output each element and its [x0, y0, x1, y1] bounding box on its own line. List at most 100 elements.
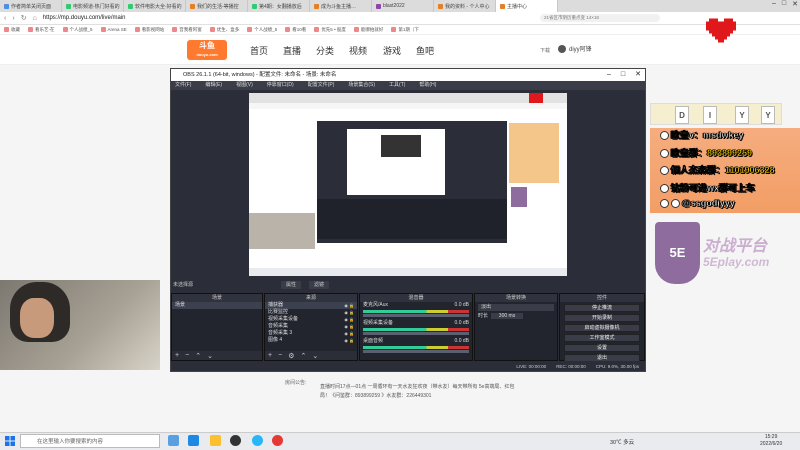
bookmark-item[interactable]: Arena SE	[100, 27, 127, 32]
bookmark-item[interactable]: 看乐艺·在	[28, 27, 55, 33]
browser-tab[interactable]: 软件电影大全-好看的	[124, 0, 186, 12]
transition-select[interactable]: 淡出	[478, 304, 554, 311]
weather-widget[interactable]: 30℃ 多云	[610, 438, 634, 446]
nav-yuba[interactable]: 鱼吧	[416, 44, 434, 57]
obs-menu-item[interactable]: 工具(T)	[389, 81, 405, 90]
bookmark-item[interactable]: 第1期（下	[391, 27, 419, 33]
source-item[interactable]: 音频采集 3 ◉ 🔒	[265, 330, 357, 337]
bookmark-item[interactable]: 看影视网站	[134, 27, 164, 33]
control-button[interactable]: 启动虚拟摄像机	[564, 324, 640, 332]
nav-home[interactable]: 首页	[250, 44, 268, 57]
control-button[interactable]: 停止推流	[564, 304, 640, 312]
obs-taskbar-icon[interactable]	[230, 435, 241, 446]
minimize-icon[interactable]: –	[607, 69, 611, 81]
windows-start-icon[interactable]	[5, 436, 15, 446]
up-icon[interactable]: ⌃	[195, 352, 201, 360]
maximize-icon[interactable]: □	[621, 69, 625, 81]
visibility-lock-icon[interactable]: ◉ 🔒	[344, 316, 354, 323]
refresh-icon[interactable]: ↻	[21, 14, 27, 22]
task-view-icon[interactable]	[168, 435, 179, 446]
close-icon[interactable]: ✕	[792, 0, 798, 8]
obs-menu-item[interactable]: 停靠窗口(D)	[267, 81, 294, 90]
mixer-channel-name: 麦克风/Aux	[363, 302, 389, 308]
home-icon[interactable]: ⌂	[33, 15, 37, 22]
browser-tab[interactable]: 作者简单关闭页面	[0, 0, 62, 12]
bookmark-item[interactable]: 优生、盒多	[209, 27, 239, 33]
browser-tab[interactable]: 成为斗鱼主播…	[310, 0, 372, 12]
obs-menu-item[interactable]: 配置文件(P)	[308, 81, 335, 90]
gear-icon[interactable]: ⚙	[288, 352, 294, 360]
down-icon[interactable]: ⌄	[312, 352, 318, 360]
browser-tab[interactable]: 电影频道-热门好看的	[62, 0, 124, 12]
nav-video[interactable]: 视频	[349, 44, 367, 57]
back-icon[interactable]: ‹	[4, 15, 6, 22]
source-item[interactable]: 图像 4 ◉ 🔒	[265, 337, 357, 344]
source-item[interactable]: 视频采集设备 ◉ 🔒	[265, 316, 357, 323]
down-icon[interactable]: ⌄	[207, 352, 213, 360]
add-icon[interactable]: +	[175, 352, 179, 359]
filters-button[interactable]: 滤镜	[309, 281, 330, 289]
nav-live[interactable]: 直播	[283, 44, 301, 57]
netease-icon[interactable]	[272, 435, 283, 446]
edge-icon[interactable]	[188, 435, 199, 446]
browser-tab[interactable]: 我们的生活-等播控	[186, 0, 248, 12]
browser-tab[interactable]: 第4期：女翻播放后	[248, 0, 310, 12]
user-menu[interactable]: diyy阿锋	[558, 44, 592, 53]
close-icon[interactable]: ✕	[635, 69, 641, 81]
control-button[interactable]: 工作室模式	[564, 334, 640, 342]
forward-icon[interactable]: ›	[12, 15, 14, 22]
taskbar-search[interactable]: 在这里输入你要搜索的内容	[20, 434, 160, 448]
source-item[interactable]: 比赛监控 ◉ 🔒	[265, 309, 357, 316]
maximize-icon[interactable]: □	[782, 0, 786, 8]
control-button[interactable]: 开始录制	[564, 314, 640, 322]
obs-menu-item[interactable]: 视图(V)	[236, 81, 253, 90]
control-button[interactable]: 设置	[564, 344, 640, 352]
folder-icon[interactable]	[210, 435, 221, 446]
remove-icon[interactable]: −	[185, 352, 189, 359]
bookmark-item[interactable]: 能哪拍就好	[353, 27, 383, 33]
bookmark-item[interactable]: 个人战绩_5	[62, 27, 93, 33]
5e-brand-cn: 对战平台	[703, 238, 768, 255]
bookmark-item[interactable]: 优先5 • 股度	[314, 27, 346, 33]
volume-slider[interactable]	[363, 332, 469, 335]
volume-slider[interactable]	[363, 314, 469, 317]
clock[interactable]: 15:29 2022/6/20	[760, 434, 782, 448]
obs-menu-item[interactable]: 编辑(E)	[205, 81, 222, 90]
tab-label: 我的资料 - 个人中心	[445, 3, 490, 10]
douyu-logo[interactable]: 斗鱼 douyu.com	[187, 40, 227, 60]
visibility-lock-icon[interactable]: ◉ 🔒	[344, 309, 354, 316]
bookmark-item[interactable]: 收藏	[4, 27, 20, 33]
visibility-lock-icon[interactable]: ◉ 🔒	[344, 323, 354, 330]
nav-game[interactable]: 游戏	[383, 44, 401, 57]
properties-button[interactable]: 属性	[281, 281, 302, 289]
source-item[interactable]: 音频采集 ◉ 🔒	[265, 323, 357, 330]
mixer-db: 0.0 dB	[454, 320, 469, 326]
scene-item[interactable]: 场景	[172, 302, 262, 309]
remove-icon[interactable]: −	[278, 352, 282, 359]
penguin-icon	[660, 166, 669, 176]
obs-preview[interactable]	[249, 93, 567, 276]
bookmark-item[interactable]: 音我看阿富	[172, 27, 202, 33]
url-field[interactable]: https://mp.douyu.com/live/main	[43, 15, 126, 21]
browser-tab[interactable]: 主播中心	[496, 0, 558, 12]
volume-slider[interactable]	[363, 350, 469, 353]
bookmark-item[interactable]: 个人战绩_5	[247, 27, 277, 33]
obs-menu-item[interactable]: 文件(F)	[175, 81, 191, 90]
add-icon[interactable]: +	[268, 352, 272, 359]
steam-icon[interactable]	[252, 435, 263, 446]
obs-menu-item[interactable]: 帮助(H)	[419, 81, 436, 90]
duration-input[interactable]: 300 ms	[490, 313, 524, 319]
bookmark-item[interactable]: 看10看	[285, 27, 306, 33]
browser-search-input[interactable]: 21省区市阴历重点变 14×18	[540, 14, 660, 22]
browser-tab[interactable]: 我的资料 - 个人中心	[434, 0, 496, 12]
download-link[interactable]: 下载	[540, 47, 550, 54]
up-icon[interactable]: ⌃	[300, 352, 306, 360]
visibility-lock-icon[interactable]: ◉ 🔒	[344, 302, 354, 309]
minimize-icon[interactable]: –	[772, 0, 776, 8]
visibility-lock-icon[interactable]: ◉ 🔒	[344, 330, 354, 337]
browser-tab[interactable]: blast2022	[372, 0, 434, 12]
visibility-lock-icon[interactable]: ◉ 🔒	[344, 337, 354, 344]
nav-category[interactable]: 分类	[316, 44, 334, 57]
obs-menu-item[interactable]: 场景集合(S)	[348, 81, 375, 90]
source-item[interactable]: 捕获器 ◉ 🔒	[265, 302, 357, 309]
